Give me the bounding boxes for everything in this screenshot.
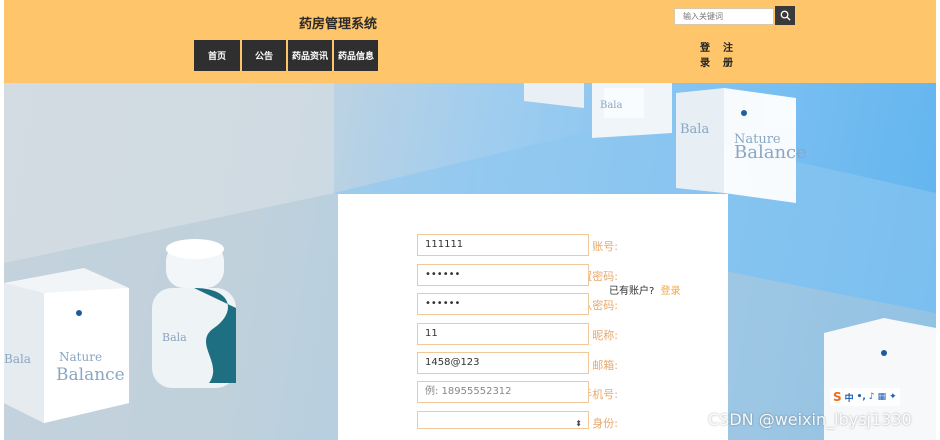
search-icon [780,10,791,21]
nav-drug-news[interactable]: 药品资讯 [288,40,332,71]
ime-punct-icon: •, [856,392,866,402]
svg-text:Bala: Bala [600,100,623,111]
login-link-label: 登 录 [700,43,710,69]
svg-text:Bala: Bala [680,122,709,137]
register-link-label: 注 册 [723,43,733,69]
register-card [338,194,728,440]
email-input[interactable]: 1458@123 [417,352,589,374]
ime-logo-icon: S [833,390,842,404]
search-button[interactable] [775,6,795,25]
ime-mic-icon: ♪ [868,392,875,402]
account-label: 账号: [592,240,618,253]
account-input[interactable]: 111111 [417,234,589,256]
nav-drug-info[interactable]: 药品信息 [334,40,378,71]
role-select[interactable]: ⬍ [417,411,589,429]
csdn-watermark: CSDN @weixin_lbysj1330 [708,410,912,429]
phone-input[interactable]: 例: 18955552312 [417,381,589,403]
select-arrow-icon: ⬍ [575,419,582,428]
register-link[interactable]: 注 册 [723,41,737,71]
ime-toolbar: S 中 •, ♪ ▦ ✦ [830,388,900,406]
svg-text:Nature: Nature [59,350,102,364]
site-title: 药房管理系统 [299,17,378,32]
nickname-label: 昵称: [592,329,618,342]
top-header: 药房管理系统 首页 公告 药品资讯 药品信息 输入关键词 登 录 注 册 [4,0,936,83]
search-input[interactable]: 输入关键词 [674,8,774,25]
svg-text:Bala: Bala [162,331,187,344]
nickname-input[interactable]: 11 [417,323,589,345]
go-login-link[interactable]: 登录 [661,286,681,297]
svg-text:Bala: Bala [4,352,31,366]
main-nav: 首页 公告 药品资讯 药品信息 [194,40,378,71]
password-input[interactable]: •••••• [417,264,589,286]
svg-text:Balance: Balance [56,365,125,385]
ime-keyboard-icon: ▦ [877,392,887,402]
login-link[interactable]: 登 录 [700,41,714,71]
role-label: 身份: [592,417,618,430]
confirm-password-input[interactable]: •••••• [417,293,589,315]
have-account-label: 已有账户? [609,286,655,297]
nav-announcement[interactable]: 公告 [242,40,286,71]
ime-skin-icon: ✦ [889,392,897,402]
svg-text:Balance: Balance [734,142,807,163]
nav-home[interactable]: 首页 [194,40,240,71]
have-account-text: 已有账户? 登录 [609,282,681,297]
ime-chinese-icon: 中 [844,393,854,404]
email-label: 邮箱: [592,359,618,372]
